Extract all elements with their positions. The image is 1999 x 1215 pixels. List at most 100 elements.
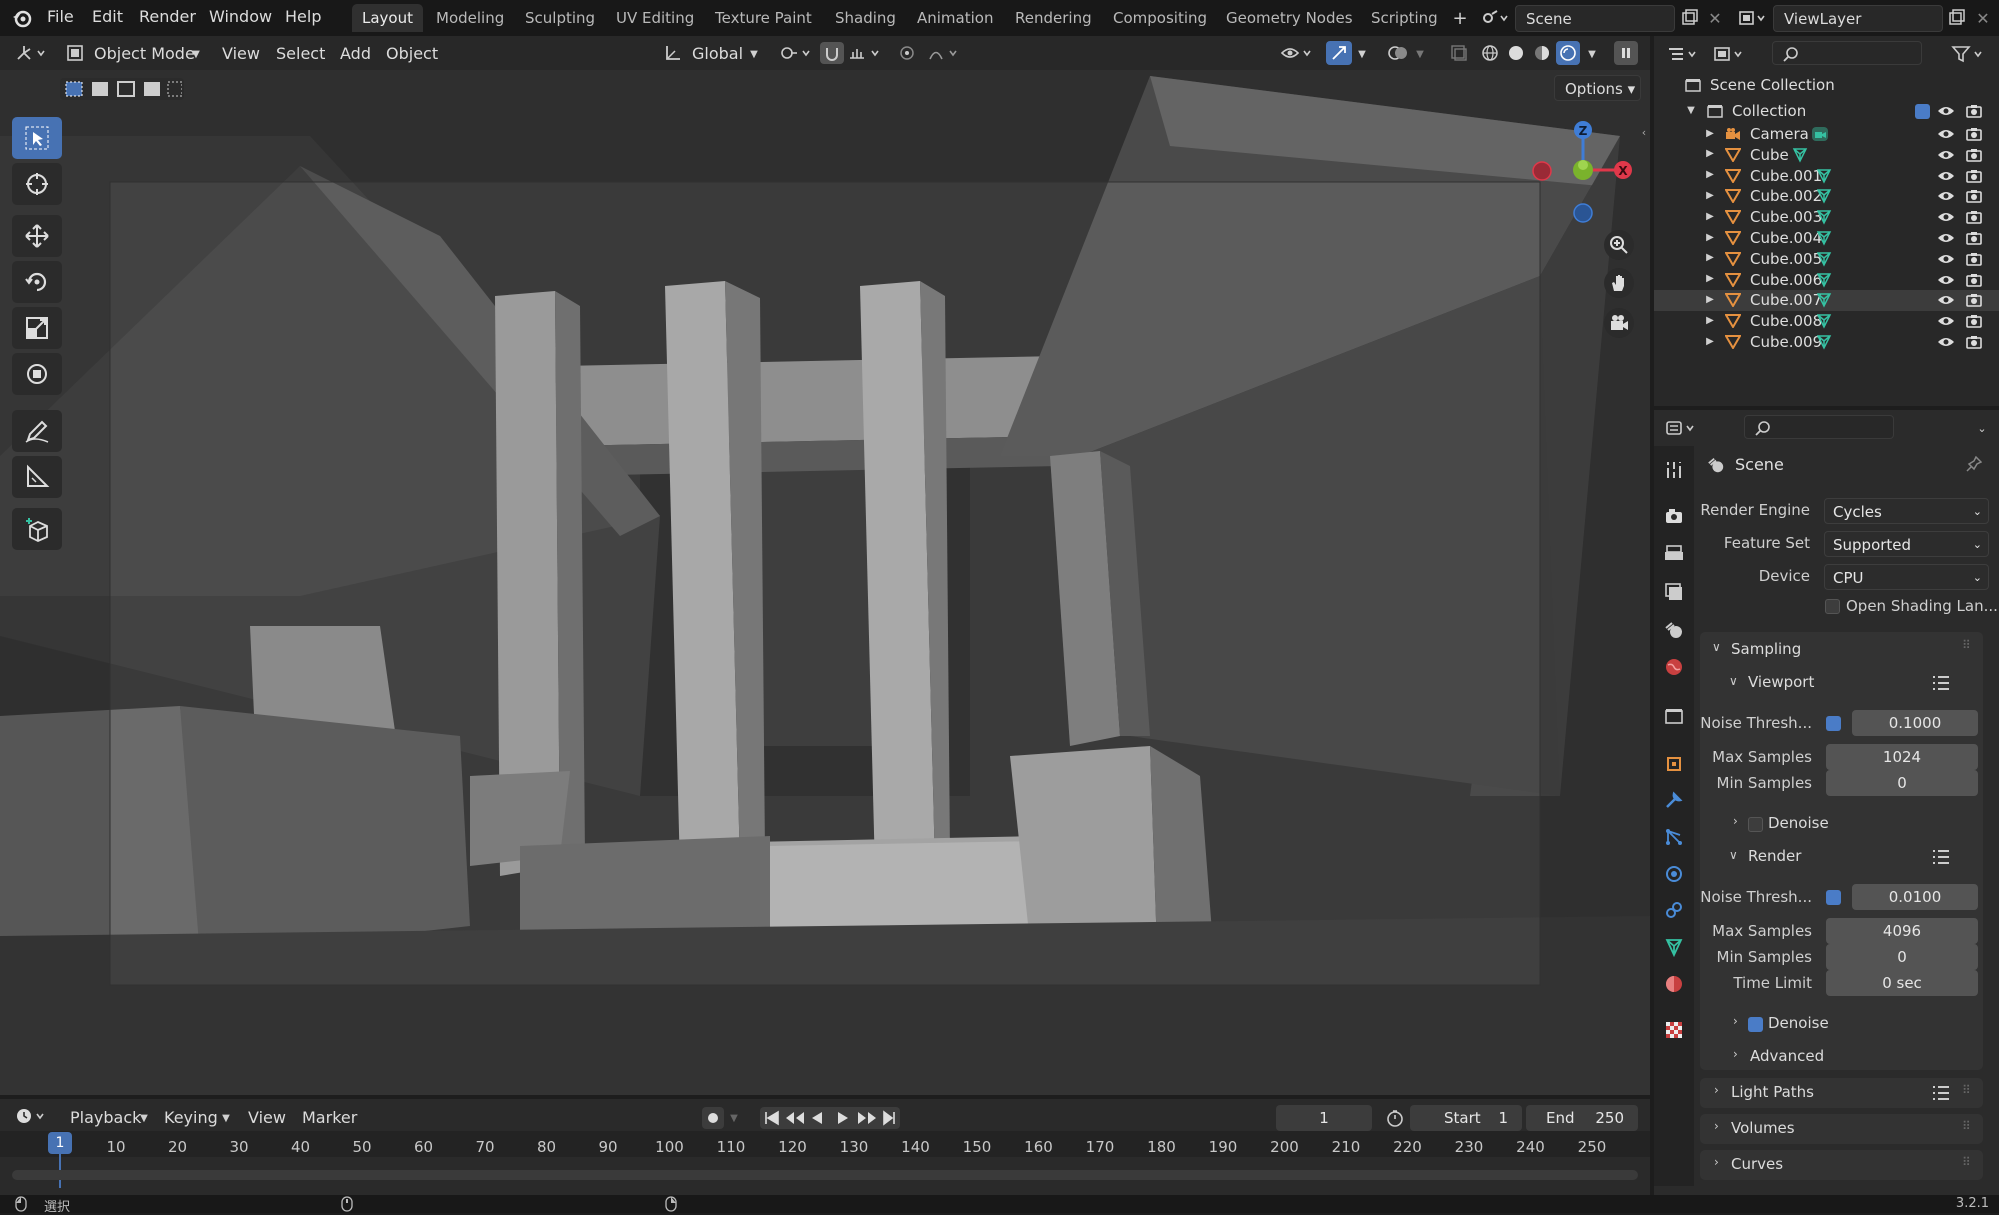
vp-max-samples-field[interactable]: 1024	[1826, 744, 1978, 770]
outliner-item[interactable]: ▶ Cube.002	[1654, 186, 1999, 207]
outliner-item[interactable]: ▶ Cube.004	[1654, 228, 1999, 249]
eye-icon[interactable]	[1936, 273, 1956, 287]
viewport-subpanel-title[interactable]: Viewport	[1748, 673, 1814, 691]
current-frame-field[interactable]: 1	[1276, 1105, 1372, 1131]
collapse-sidebar-icon[interactable]: ‹	[1638, 124, 1650, 140]
xray-icon[interactable]	[1447, 41, 1471, 65]
menu-add[interactable]: Add	[340, 42, 371, 66]
collection-tab-icon[interactable]	[1662, 704, 1686, 728]
camera-data-icon[interactable]	[1810, 126, 1830, 142]
tab-compositing[interactable]: Compositing	[1103, 4, 1217, 32]
transform-tool[interactable]	[12, 353, 62, 395]
options-dropdown[interactable]: Options ▾	[1554, 75, 1641, 101]
eye-icon[interactable]	[1936, 189, 1956, 203]
constraints-tab-icon[interactable]	[1662, 898, 1686, 922]
menu-file[interactable]: File	[47, 7, 74, 26]
volumes-title[interactable]: Volumes	[1731, 1119, 1795, 1137]
chevron-right-icon[interactable]: ›	[1733, 814, 1738, 828]
measure-tool[interactable]	[12, 456, 62, 498]
chevron-down-icon[interactable]: ▼	[1356, 46, 1368, 62]
new-view-layer-icon[interactable]	[1945, 6, 1969, 30]
tool-tab-icon[interactable]	[1662, 458, 1686, 482]
outliner-item[interactable]: ▶ Cube.007	[1654, 290, 1999, 312]
tab-modeling[interactable]: Modeling	[426, 4, 514, 32]
snap-target-icon[interactable]	[846, 42, 886, 64]
move-tool[interactable]	[12, 215, 62, 257]
outliner-item[interactable]: ▶ Cube.009	[1654, 332, 1999, 353]
mesh-data-icon[interactable]	[1790, 147, 1810, 163]
feature-set-dropdown[interactable]: Supported ⌄	[1824, 531, 1989, 557]
blender-logo-icon[interactable]	[10, 6, 34, 30]
outliner-item[interactable]: ▶ Cube	[1654, 145, 1999, 166]
object-mode-dropdown[interactable]: Object Mode	[94, 42, 195, 66]
menu-select[interactable]: Select	[276, 42, 325, 66]
record-keyframe-icon[interactable]	[702, 1107, 724, 1129]
select-box-tool[interactable]	[12, 117, 62, 159]
pause-render-icon[interactable]	[1614, 41, 1638, 65]
end-frame-field[interactable]: End 250	[1526, 1105, 1638, 1131]
chevron-right-icon[interactable]: ›	[1714, 1119, 1719, 1133]
3d-viewport[interactable]	[0, 36, 1650, 1095]
outliner-item[interactable]: ▶ Cube.003	[1654, 207, 1999, 228]
pin-icon[interactable]	[1964, 454, 1984, 474]
view-layer-field[interactable]: ViewLayer	[1773, 5, 1943, 32]
eye-icon[interactable]	[1936, 293, 1956, 307]
mesh-data-icon[interactable]	[1814, 334, 1834, 350]
presets-list-icon[interactable]	[1930, 673, 1952, 693]
timeline-editor-type-icon[interactable]	[12, 1104, 52, 1128]
properties-editor-type-icon[interactable]	[1662, 416, 1702, 440]
r-max-samples-field[interactable]: 4096	[1826, 918, 1978, 944]
render-camera-icon[interactable]	[1964, 169, 1984, 183]
render-camera-icon[interactable]	[1964, 189, 1984, 204]
material-shading-icon[interactable]	[1530, 41, 1554, 65]
chevron-down-icon[interactable]: ▼	[1414, 46, 1426, 62]
chevron-down-icon[interactable]: ▼	[728, 1111, 740, 1125]
vp-noise-threshold-field[interactable]: 0.1000	[1852, 710, 1978, 736]
rotate-tool[interactable]	[12, 261, 62, 303]
keying-menu[interactable]: Keying	[164, 1106, 218, 1130]
eye-icon[interactable]	[1936, 231, 1956, 245]
playhead[interactable]: 1	[48, 1132, 72, 1154]
render-tab-icon[interactable]	[1662, 504, 1686, 528]
expand-right-icon[interactable]: ▶	[1704, 148, 1716, 162]
chevron-right-icon[interactable]: ›	[1733, 1014, 1738, 1028]
outliner-item[interactable]: ▶ Cube.008	[1654, 311, 1999, 332]
playback-controls[interactable]	[760, 1107, 900, 1129]
chevron-right-icon[interactable]: ›	[1733, 1047, 1738, 1061]
tab-geometry-nodes[interactable]: Geometry Nodes	[1216, 4, 1363, 32]
mesh-data-icon[interactable]	[1814, 230, 1834, 246]
chevron-down-icon[interactable]: ∨	[1712, 640, 1721, 654]
expand-right-icon[interactable]: ▶	[1704, 314, 1716, 328]
object-tab-icon[interactable]	[1662, 752, 1686, 776]
mesh-data-icon[interactable]	[1814, 251, 1834, 267]
light-paths-title[interactable]: Light Paths	[1731, 1083, 1814, 1101]
sampling-title[interactable]: Sampling	[1731, 640, 1801, 658]
tab-uv-editing[interactable]: UV Editing	[606, 4, 704, 32]
render-camera-icon[interactable]	[1964, 293, 1984, 308]
add-cube-tool[interactable]	[12, 508, 62, 550]
render-engine-dropdown[interactable]: Cycles ⌄	[1824, 498, 1989, 524]
expand-right-icon[interactable]: ▶	[1704, 273, 1716, 287]
render-camera-icon[interactable]	[1964, 314, 1984, 328]
selection-mode-buttons[interactable]	[60, 78, 184, 100]
delete-scene-icon[interactable]: ✕	[1704, 6, 1726, 30]
texture-tab-icon[interactable]	[1662, 1018, 1686, 1042]
view-layer-tab-icon[interactable]	[1662, 580, 1686, 604]
delete-view-layer-icon[interactable]: ✕	[1972, 6, 1994, 30]
drag-handle-icon[interactable]: ⠿	[1962, 638, 1971, 652]
outliner-item[interactable]: ▶ Camera	[1654, 124, 1999, 145]
tab-animation[interactable]: Animation	[907, 4, 1003, 32]
r-min-samples-field[interactable]: 0	[1826, 944, 1978, 970]
eye-icon[interactable]	[1936, 210, 1956, 224]
scene-selector-icon[interactable]	[1478, 6, 1512, 30]
physics-tab-icon[interactable]	[1662, 862, 1686, 886]
eye-icon[interactable]	[1936, 252, 1956, 266]
r-noise-threshold-checkbox[interactable]	[1826, 890, 1841, 905]
mesh-data-icon[interactable]	[1814, 292, 1834, 309]
menu-view[interactable]: View	[222, 42, 260, 66]
r-denoise-checkbox[interactable]	[1748, 1017, 1763, 1032]
expand-right-icon[interactable]: ▶	[1704, 335, 1716, 349]
cursor-tool[interactable]	[12, 163, 62, 205]
expand-right-icon[interactable]: ▶	[1704, 169, 1716, 183]
overlays-icon[interactable]	[1385, 41, 1411, 65]
